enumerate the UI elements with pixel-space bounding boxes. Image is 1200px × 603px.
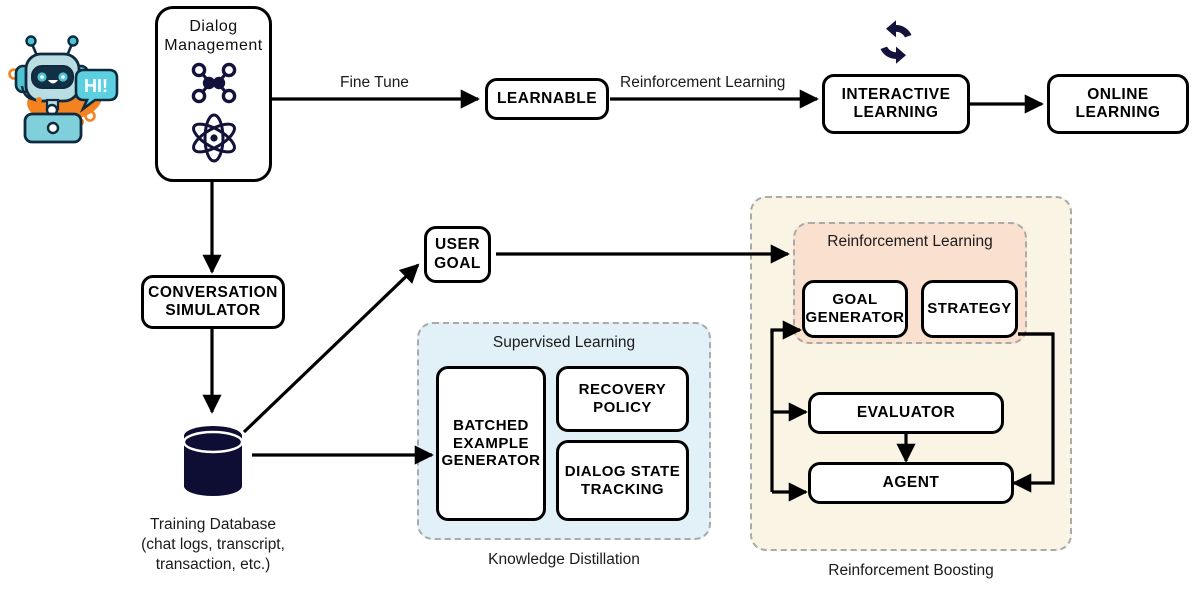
node-online-learning[interactable]: ONLINE LEARNING <box>1047 74 1189 134</box>
edge-label-fine-tune: Fine Tune <box>340 74 409 91</box>
goal-generator-label: GOAL GENERATOR <box>805 291 905 326</box>
strategy-label: STRATEGY <box>927 300 1012 318</box>
node-interactive-learning[interactable]: INTERACTIVE LEARNING <box>822 74 970 134</box>
atom-icon <box>191 113 236 163</box>
neural-network-icon <box>191 63 236 104</box>
agent-label: AGENT <box>882 473 940 491</box>
user-goal-label: USER GOAL <box>434 236 481 272</box>
node-dialog-management[interactable]: Dialog Management <box>155 6 272 182</box>
node-strategy[interactable]: STRATEGY <box>921 280 1018 338</box>
learnable-label: LEARNABLE <box>496 89 598 107</box>
recovery-policy-label: RECOVERY POLICY <box>578 381 667 416</box>
online-learning-label: ONLINE LEARNING <box>1075 85 1161 121</box>
conversation-simulator-label: CONVERSATION SIMULATOR <box>148 283 278 319</box>
database-cylinder-icon <box>182 426 244 496</box>
diagram-canvas: Reinforcement Learning Supervised Learni… <box>0 0 1200 603</box>
refresh-cycle-icon <box>880 20 912 64</box>
node-learnable[interactable]: LEARNABLE <box>485 78 609 120</box>
node-evaluator[interactable]: EVALUATOR <box>808 392 1004 434</box>
reinforcement-boosting-text: Reinforcement Boosting <box>828 562 994 579</box>
group-title-reinforcement-learning: Reinforcement Learning <box>827 233 993 250</box>
node-goal-generator[interactable]: GOAL GENERATOR <box>802 280 908 338</box>
training-database-line-3: transaction, etc.) <box>155 555 271 573</box>
caption-reinforcement-boosting: Reinforcement Boosting <box>750 561 1072 581</box>
training-database-line-1: Training Database <box>149 516 277 533</box>
node-recovery-policy[interactable]: RECOVERY POLICY <box>556 366 689 432</box>
training-database-line-2: (chat logs, transcript, <box>141 535 285 553</box>
knowledge-distillation-text: Knowledge Distillation <box>488 551 640 568</box>
node-batched-example-generator[interactable]: BATCHED EXAMPLE GENERATOR <box>436 366 546 521</box>
dialog-state-tracking-label: DIALOG STATE TRACKING <box>564 462 681 498</box>
evaluator-label: EVALUATOR <box>856 403 956 421</box>
caption-knowledge-distillation: Knowledge Distillation <box>417 550 711 570</box>
node-agent[interactable]: AGENT <box>808 462 1014 504</box>
group-title-supervised-learning: Supervised Learning <box>492 334 636 351</box>
node-dialog-state-tracking[interactable]: DIALOG STATE TRACKING <box>556 440 689 521</box>
interactive-learning-label: INTERACTIVE LEARNING <box>841 85 951 121</box>
batched-example-generator-label: BATCHED EXAMPLE GENERATOR <box>441 416 541 470</box>
node-user-goal[interactable]: USER GOAL <box>424 226 491 283</box>
chatbot-robot-mascot: HI! <box>8 35 119 144</box>
mascot-speech-text: HI! <box>84 76 108 96</box>
caption-training-database: Training Database (chat logs, transcript… <box>105 515 321 574</box>
edge-label-reinforcement-learning: Reinforcement Learning <box>620 74 786 91</box>
dialog-management-label: Dialog Management <box>164 18 263 55</box>
node-conversation-simulator[interactable]: CONVERSATION SIMULATOR <box>141 275 285 329</box>
